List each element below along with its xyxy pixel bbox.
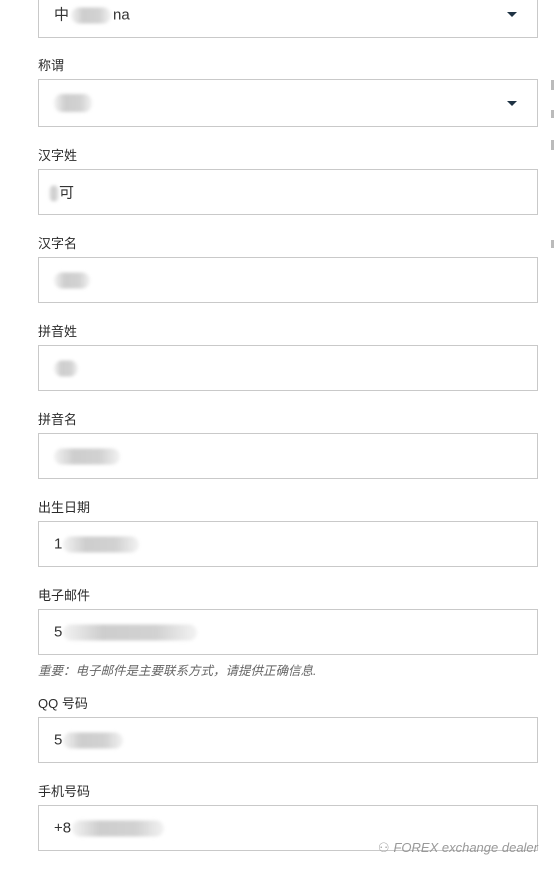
chinese-last-name-label: 汉字姓 xyxy=(38,148,78,163)
nationality-value: 中 na xyxy=(54,6,130,24)
watermark: ⚇ FOREX exchange dealer xyxy=(377,840,538,855)
qq-value: 5 xyxy=(54,731,124,749)
redacted-value xyxy=(54,272,90,289)
pinyin-first-name-value xyxy=(54,447,120,465)
nationality-select[interactable]: 中 na xyxy=(38,0,538,38)
chinese-last-name-input[interactable]: 可 xyxy=(38,169,538,215)
chinese-last-name-value: 可 xyxy=(49,182,74,203)
redacted-value xyxy=(54,360,78,377)
chinese-first-name-label: 汉字名 xyxy=(38,236,78,251)
redacted-value xyxy=(63,536,140,553)
redacted-value xyxy=(54,94,92,113)
pinyin-first-name-input[interactable] xyxy=(38,433,538,479)
redacted-value xyxy=(72,820,165,837)
pinyin-last-name-input[interactable] xyxy=(38,345,538,391)
salutation-label: 称谓 xyxy=(38,58,65,73)
wechat-icon: ⚇ xyxy=(377,840,390,855)
qq-input[interactable]: 5 xyxy=(38,717,538,763)
salutation-select[interactable] xyxy=(38,79,538,127)
redacted-value xyxy=(49,185,59,202)
email-input[interactable]: 5 xyxy=(38,609,538,655)
qq-label: QQ 号码 xyxy=(38,696,88,711)
pinyin-last-name-value xyxy=(54,359,78,377)
mobile-label: 手机号码 xyxy=(38,784,91,799)
pinyin-last-name-label: 拼音姓 xyxy=(38,324,78,339)
registration-form: 中 na 称谓 汉字姓 可 汉字名 拼音姓 拼音名 出生日期 1 电子邮件 5 … xyxy=(0,0,554,875)
chevron-down-icon xyxy=(507,101,517,106)
birth-date-input[interactable]: 1 xyxy=(38,521,538,567)
email-value: 5 xyxy=(54,623,198,641)
next-field-label-cutoff xyxy=(38,868,62,875)
chinese-first-name-input[interactable] xyxy=(38,257,538,303)
birth-date-value: 1 xyxy=(54,535,140,553)
redacted-value xyxy=(63,624,198,641)
redacted-value xyxy=(71,7,112,24)
redacted-value xyxy=(54,448,120,465)
chevron-down-icon xyxy=(507,12,517,17)
mobile-value: +8 xyxy=(54,819,165,837)
birth-date-label: 出生日期 xyxy=(38,500,91,515)
email-label: 电子邮件 xyxy=(38,588,91,603)
chinese-first-name-value xyxy=(54,271,90,289)
pinyin-first-name-label: 拼音名 xyxy=(38,412,78,427)
redacted-value xyxy=(63,732,124,749)
salutation-value xyxy=(54,94,92,113)
email-note: 重要：电子邮件是主要联系方式，请提供正确信息. xyxy=(38,664,317,678)
